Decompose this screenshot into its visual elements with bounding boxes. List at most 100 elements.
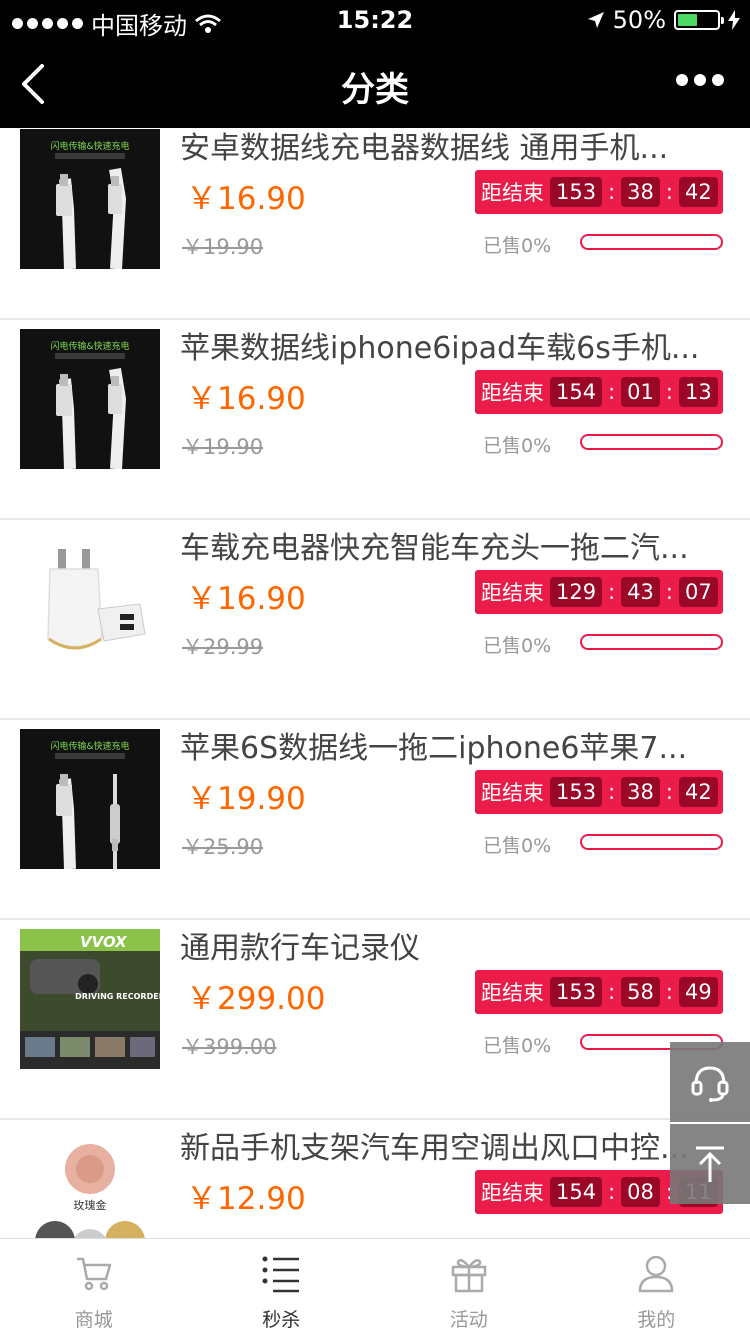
timer-hours: 153 [550,977,603,1007]
tab-flash-sale[interactable]: 秒杀 [188,1239,376,1334]
tab-label: 我的 [637,1309,676,1331]
tab-mine[interactable]: 我的 [563,1239,750,1334]
tab-activity[interactable]: 活动 [375,1239,563,1334]
product-image[interactable]: VVOX DRIVING RECORDER [20,929,160,1069]
original-price: ￥19.90 [182,435,264,459]
charging-bolt-icon [728,10,740,30]
timer-separator: : [665,580,673,604]
product-list: 闪电传输&快速充电 安卓数据线充电器数据线 通用手机... ￥16.90 ￥19.90… [0,128,750,1238]
list-item[interactable]: 闪电传输&快速充电 苹果数据线iphone6ipad车载6s手机... ￥16.90… [0,320,750,520]
page-title: 分类 [341,70,409,110]
sale-price: ￥299.00 [186,981,326,1017]
location-arrow-icon [587,12,604,28]
original-price: ￥19.90 [182,235,264,259]
original-price: ￥25.90 [182,835,264,859]
headset-icon [691,1066,729,1102]
product-name: 新品手机支架汽车用空调出风口中控... [180,1131,689,1166]
tab-mall[interactable]: 商城 [0,1239,188,1334]
timer-hours: 153 [550,777,603,807]
sold-progress-bar [580,434,723,450]
status-right: 50% [587,6,740,34]
list-item[interactable]: 闪电传输&快速充电 安卓数据线充电器数据线 通用手机... ￥16.90 ￥19.90… [0,128,750,320]
sold-label: 已售0% [483,235,552,257]
timer-seconds: 42 [678,177,718,207]
timer-label: 距结束 [481,981,544,1005]
timer-minutes: 01 [621,377,660,407]
sold-progress-bar [580,234,723,250]
countdown-timer: 距结束 153:58:49 [475,970,723,1014]
sold-label: 已售0% [483,635,552,657]
timer-seconds: 07 [678,577,718,607]
sold-label: 已售0% [483,835,552,857]
timer-label: 距结束 [481,381,544,405]
countdown-timer: 距结束 153:38:42 [475,170,723,214]
product-image[interactable]: 闪电传输&快速充电 [20,329,160,469]
timer-separator: : [608,580,616,604]
product-name: 通用款行车记录仪 [180,931,420,966]
arrow-up-icon [696,1146,724,1182]
gift-icon [451,1259,486,1293]
sold-label: 已售0% [483,1035,552,1057]
timer-label: 距结束 [481,581,544,605]
timer-minutes: 43 [621,577,660,607]
list-item[interactable]: 玫瑰金新品手机支架汽车用空调出风口中控...￥12.90距结束154:08:11 [0,1120,750,1238]
tab-label: 秒杀 [262,1309,301,1331]
countdown-timer: 距结束 154:01:13 [475,370,723,414]
timer-minutes: 38 [621,177,660,207]
tab-label: 商城 [74,1309,113,1331]
timer-hours: 154 [550,377,603,407]
sale-price: ￥16.90 [186,381,306,417]
timer-separator: : [665,780,673,804]
timer-separator: : [608,780,616,804]
list-item[interactable]: 车载充电器快充智能车充头一拖二汽... ￥16.90 ￥29.99 距结束 129:43… [0,520,750,720]
timer-minutes: 08 [621,1177,660,1207]
timer-minutes: 38 [621,777,660,807]
sold-progress-bar [580,634,723,650]
original-price: ￥29.99 [182,635,264,659]
timer-separator: : [608,380,616,404]
timer-separator: : [665,980,673,1004]
timer-seconds: 49 [678,977,718,1007]
timer-seconds: 13 [678,377,718,407]
nav-bar: 分类 [0,40,750,128]
svg-text:玫瑰金: 玫瑰金 [74,1198,107,1212]
sale-price: ￥16.90 [186,581,306,617]
cart-icon [76,1257,111,1291]
timer-separator: : [665,180,673,204]
battery-icon [674,10,724,30]
countdown-timer: 距结束 153:38:42 [475,770,723,814]
timer-separator: : [608,1180,616,1204]
customer-service-button[interactable] [670,1042,750,1122]
product-image[interactable] [20,529,160,669]
tab-label: 活动 [449,1309,488,1331]
timer-label: 距结束 [481,781,544,805]
svg-text:闪电传输&快速充电: 闪电传输&快速充电 [50,340,129,352]
more-icon[interactable] [676,74,724,86]
svg-text:闪电传输&快速充电: 闪电传输&快速充电 [50,140,129,152]
svg-text:VVOX: VVOX [80,933,128,951]
product-image[interactable]: 玫瑰金 [20,1129,160,1238]
sold-progress-bar [580,834,723,850]
product-image[interactable]: 闪电传输&快速充电 [20,729,160,869]
timer-seconds: 42 [678,777,718,807]
svg-text:DRIVING RECORDER: DRIVING RECORDER [75,992,160,1001]
list-item[interactable]: VVOX DRIVING RECORDER 通用款行车记录仪 ￥299.00 ￥399.… [0,920,750,1120]
back-to-top-button[interactable] [670,1124,750,1204]
sale-price: ￥12.90 [186,1181,306,1217]
sale-price: ￥19.90 [186,781,306,817]
product-image[interactable]: 闪电传输&快速充电 [20,129,160,269]
timer-label: 距结束 [481,181,544,205]
svg-text:闪电传输&快速充电: 闪电传输&快速充电 [50,740,129,752]
countdown-timer: 距结束 129:43:07 [475,570,723,614]
sale-price: ￥16.90 [186,181,306,217]
timer-separator: : [608,980,616,1004]
sold-label: 已售0% [483,435,552,457]
list-item[interactable]: 闪电传输&快速充电 苹果6S数据线一拖二iphone6苹果7... ￥19.90 ￥2… [0,720,750,920]
timer-separator: : [608,180,616,204]
original-price: ￥399.00 [182,1035,277,1059]
user-icon [638,1255,674,1293]
timer-hours: 154 [550,1177,603,1207]
tab-bar: 商城 秒杀 活动 我的 [0,1238,750,1334]
list-icon [262,1256,300,1293]
product-name: 车载充电器快充智能车充头一拖二汽... [180,531,689,566]
